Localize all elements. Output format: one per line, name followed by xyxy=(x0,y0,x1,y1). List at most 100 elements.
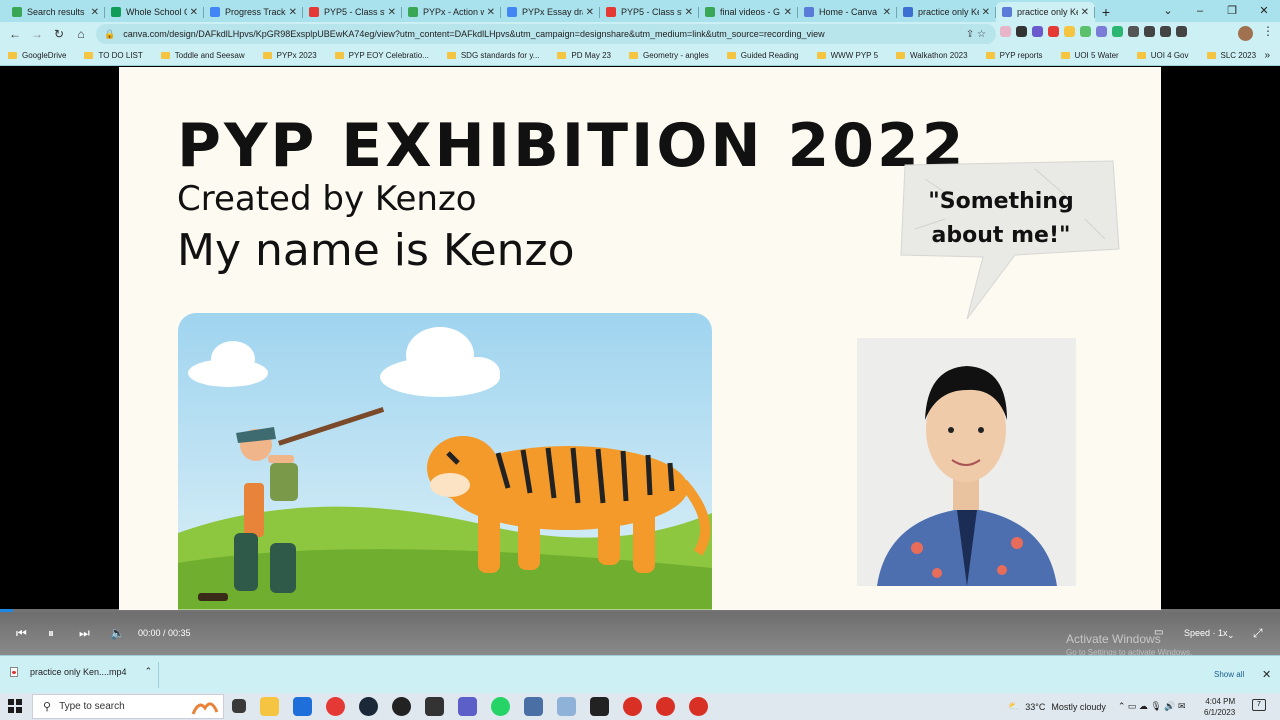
bookmark-item[interactable]: WWW PYP 5 xyxy=(816,51,878,60)
file-explorer-icon[interactable] xyxy=(260,697,279,716)
notification-count[interactable]: 7 xyxy=(1252,699,1266,711)
bookmark-item[interactable]: SLC 2023 xyxy=(1206,51,1256,60)
close-tab-icon[interactable]: ✕ xyxy=(685,7,693,18)
home-icon[interactable]: ⌂ xyxy=(70,27,92,41)
windows-start-icon[interactable] xyxy=(8,699,22,713)
tab-search-icon[interactable]: ⌄ xyxy=(1152,0,1184,22)
share-and-star-icons[interactable]: ⇪ ☆ xyxy=(966,29,986,40)
browser-tab[interactable]: practice only Ke ✕ xyxy=(897,2,996,22)
speed-selector[interactable]: Speed · 1x xyxy=(1184,628,1228,638)
reading-list-icon[interactable] xyxy=(1160,26,1171,37)
pause-icon[interactable]: ⏸ xyxy=(48,626,54,640)
extension-icon[interactable] xyxy=(1016,26,1027,37)
browser-tab[interactable]: PYPx Essay draf✕ xyxy=(501,2,600,22)
bookmark-item[interactable]: TO DO LIST xyxy=(84,51,143,60)
app-icon[interactable] xyxy=(392,697,411,716)
mail-icon[interactable] xyxy=(293,697,312,716)
bookmark-item[interactable]: Guided Reading xyxy=(726,51,799,60)
minimize-button[interactable]: – xyxy=(1184,0,1216,22)
browser-tab[interactable]: Whole School C ✕ xyxy=(105,2,204,22)
weather-widget[interactable]: ⛅ 33°C Mostly cloudy xyxy=(1008,701,1106,712)
url-field[interactable]: 🔒 canva.com/design/DAFkdlLHpvs/KpGR98Exs… xyxy=(96,24,996,44)
close-tab-icon[interactable]: ✕ xyxy=(586,7,594,18)
close-tab-icon[interactable]: ✕ xyxy=(289,7,297,18)
menu-icon[interactable]: ⋮ xyxy=(1262,24,1274,38)
clock[interactable]: 4:04 PM 6/1/2023 xyxy=(1204,696,1235,718)
puzzle-icon[interactable] xyxy=(1144,26,1155,37)
captions-icon[interactable]: ▭ xyxy=(1154,626,1163,640)
extension-icon[interactable] xyxy=(1128,26,1139,37)
volume-icon[interactable]: 🔈 xyxy=(110,626,125,640)
chrome-icon[interactable] xyxy=(623,697,642,716)
bookmark-label: UOI 4 Gov xyxy=(1150,51,1189,60)
app-icon[interactable] xyxy=(557,697,576,716)
bookmark-item[interactable]: UOI 4 Gov xyxy=(1136,51,1189,60)
bookmark-item[interactable]: PD May 23 xyxy=(557,51,611,60)
forward-icon[interactable]: → xyxy=(26,27,48,41)
bookmark-item[interactable]: PYP reports xyxy=(985,51,1043,60)
close-tab-icon[interactable]: ✕ xyxy=(982,7,990,18)
browser-tab[interactable]: Search results ✕ xyxy=(6,2,105,22)
restore-button[interactable]: ❐ xyxy=(1216,0,1248,22)
browser-tab[interactable]: PYP5 - Class str ✕ xyxy=(600,2,699,22)
steam-icon[interactable] xyxy=(359,697,378,716)
whatsapp-icon[interactable] xyxy=(491,697,510,716)
extension-icon[interactable] xyxy=(1032,26,1043,37)
extension-icon[interactable] xyxy=(1000,26,1011,37)
fullscreen-icon[interactable]: ⤢ xyxy=(1253,626,1263,640)
browser-tab[interactable]: PYP5 - Class str ✕ xyxy=(303,2,402,22)
back-icon[interactable]: ← xyxy=(4,27,26,41)
chrome-icon[interactable] xyxy=(326,697,345,716)
next-icon[interactable]: ⏭ xyxy=(79,626,90,640)
bookmark-item[interactable]: UOI 5 Water xyxy=(1060,51,1119,60)
browser-tab[interactable]: Progress Tracke ✕ xyxy=(204,2,303,22)
chrome-icon[interactable] xyxy=(689,697,708,716)
browser-tab[interactable]: Home - Canva ✕ xyxy=(798,2,897,22)
taskbar-search[interactable]: ⚲ Type to search xyxy=(32,694,224,719)
side-panel-icon[interactable] xyxy=(1176,26,1187,37)
browser-tab[interactable]: final videos - G ✕ xyxy=(699,2,798,22)
chrome-icon[interactable] xyxy=(656,697,675,716)
close-tab-icon[interactable]: ✕ xyxy=(388,7,396,18)
video-player[interactable]: PYP EXHIBITION 2022 Created by Kenzo My … xyxy=(0,67,1280,680)
calculator-icon[interactable] xyxy=(524,697,543,716)
close-tab-icon[interactable]: ✕ xyxy=(487,7,495,18)
show-all-link[interactable]: Show all xyxy=(1214,670,1244,679)
close-tab-icon[interactable]: ✕ xyxy=(1081,7,1089,18)
close-tab-icon[interactable]: ✕ xyxy=(883,7,891,18)
bookmark-item[interactable]: GoogleDrive xyxy=(8,51,66,60)
lock-icon[interactable]: 🔒 xyxy=(104,29,115,40)
new-tab-button[interactable]: + xyxy=(1095,2,1117,22)
teams-icon[interactable] xyxy=(458,697,477,716)
extension-icon[interactable] xyxy=(1048,26,1059,37)
extension-icon[interactable] xyxy=(1080,26,1091,37)
close-tab-icon[interactable]: ✕ xyxy=(190,7,198,18)
chevron-down-icon[interactable]: ⌄ xyxy=(1227,628,1235,642)
download-item[interactable]: practice only Ken....mp4 ⌃ xyxy=(10,666,152,677)
close-window-button[interactable]: ✕ xyxy=(1248,0,1280,22)
previous-icon[interactable]: ⏮ xyxy=(16,626,27,640)
task-view-icon[interactable] xyxy=(232,699,246,713)
app-icon[interactable] xyxy=(425,697,444,716)
browser-tab-label: Home - Canva xyxy=(819,7,878,17)
close-downloads-icon[interactable]: ✕ xyxy=(1262,668,1271,681)
profile-avatar[interactable] xyxy=(1238,26,1253,41)
bookmark-item[interactable]: PYPx 2023 xyxy=(262,51,317,60)
browser-tab[interactable]: PYPx - Action w ✕ xyxy=(402,2,501,22)
extension-icon[interactable] xyxy=(1064,26,1075,37)
tray-icons[interactable]: ⌃ ▭ ☁ 🎙 🔊 ✉ xyxy=(1118,701,1186,712)
bookmark-item[interactable]: Walkathon 2023 xyxy=(896,51,968,60)
bookmark-item[interactable]: SDG standards for y... xyxy=(446,51,539,60)
more-bookmarks-icon[interactable]: » xyxy=(1264,50,1270,61)
extension-icon[interactable] xyxy=(1096,26,1107,37)
reload-icon[interactable]: ↻ xyxy=(48,27,70,41)
chevron-up-icon[interactable]: ⌃ xyxy=(145,666,153,677)
app-icon[interactable] xyxy=(590,697,609,716)
extension-icon[interactable] xyxy=(1112,26,1123,37)
browser-tab[interactable]: practice only Ke ✕ xyxy=(996,2,1095,22)
close-tab-icon[interactable]: ✕ xyxy=(91,7,99,18)
bookmark-item[interactable]: PYP EOY Celebratio... xyxy=(334,51,429,60)
bookmark-item[interactable]: Geometry - angles xyxy=(628,51,709,60)
bookmark-item[interactable]: Toddle and Seesaw xyxy=(160,51,245,60)
close-tab-icon[interactable]: ✕ xyxy=(784,7,792,18)
